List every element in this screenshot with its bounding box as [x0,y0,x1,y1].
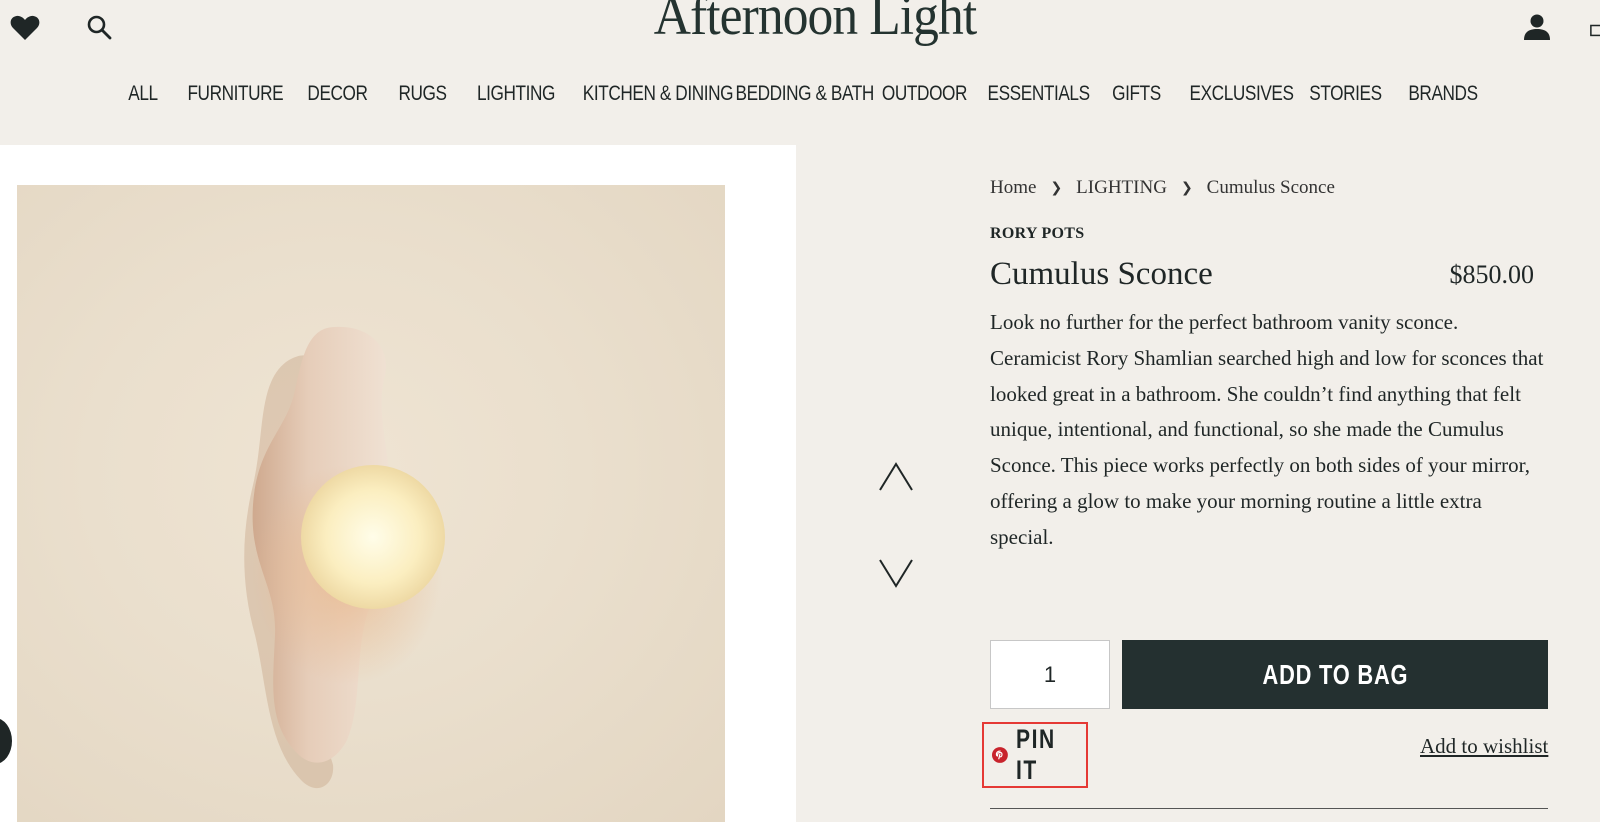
site-header: Afternoon Light ALL FURNITURE DECOR RUGS… [0,0,1600,145]
user-icon [1524,14,1550,40]
nav-item-essentials[interactable]: ESSENTIALS [988,82,1091,116]
product-image[interactable] [17,185,725,822]
add-to-bag-button[interactable]: ADD TO BAG [1122,640,1548,709]
product-title: Cumulus Sconce [990,256,1213,292]
chevron-down-icon [879,559,913,588]
pinterest-icon [992,747,1008,763]
nav-item-exclusives[interactable]: EXCLUSIVES [1190,82,1294,116]
nav-item-gifts[interactable]: GIFTS [1102,82,1172,116]
quantity-input[interactable] [990,640,1110,709]
nav-item-lighting[interactable]: LIGHTING [473,82,560,116]
nav-item-kitchen-dining[interactable]: KITCHEN & DINING [583,82,734,116]
nav-item-decor[interactable]: DECOR [301,82,374,116]
sconce-illustration [244,326,445,789]
heart-icon [10,15,40,40]
add-to-bag-label: ADD TO BAG [1262,658,1408,690]
product-description: Look no further for the perfect bathroom… [990,310,1544,549]
nav-item-outdoor[interactable]: OUTDOOR [881,82,968,116]
nav-item-brands[interactable]: BRANDS [1404,82,1483,116]
main-navigation: ALL FURNITURE DECOR RUGS LIGHTING KITCHE… [0,82,1600,116]
add-to-wishlist-link[interactable]: Add to wishlist [1420,734,1548,759]
search-icon [87,15,112,40]
breadcrumb-current: Cumulus Sconce [1206,177,1335,198]
breadcrumb-category[interactable]: LIGHTING [1076,177,1167,199]
breadcrumb-home[interactable]: Home [990,177,1036,199]
nav-item-rugs[interactable]: RUGS [389,82,455,116]
nav-item-furniture[interactable]: FURNITURE [187,82,283,116]
chevron-right-icon: ❯ [1180,180,1193,196]
wishlist-button[interactable] [8,10,42,44]
gallery-prev-button[interactable] [876,458,916,498]
nav-item-bedding-bath[interactable]: BEDDING & BATH [736,82,875,116]
chevron-up-icon [879,462,913,491]
search-button[interactable] [82,10,116,44]
product-price: $850.00 [1449,260,1535,289]
chevron-right-icon: ❯ [1050,180,1063,196]
product-brand[interactable]: RORY POTS [990,225,1084,243]
breadcrumb: Home ❯ LIGHTING ❯ Cumulus Sconce [990,177,1335,199]
nav-item-stories[interactable]: STORIES [1305,82,1386,116]
bag-button[interactable] [1590,14,1600,44]
gallery-next-button[interactable] [876,552,916,592]
bag-icon [1590,24,1600,37]
section-divider [990,808,1548,809]
pin-it-label: PIN IT [1015,724,1056,785]
nav-item-all[interactable]: ALL [115,82,171,116]
site-logo[interactable]: Afternoon Light [617,0,1013,48]
pin-it-button[interactable]: PIN IT [982,722,1088,788]
account-button[interactable] [1520,10,1554,44]
